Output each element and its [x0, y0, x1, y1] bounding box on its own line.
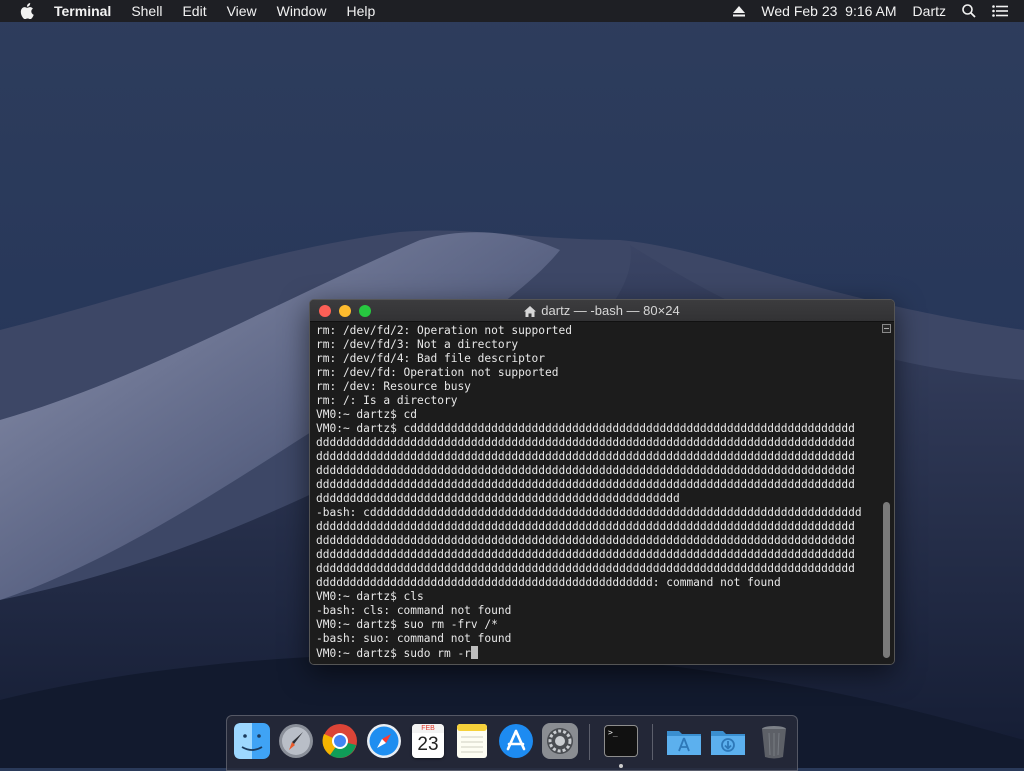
terminal-content[interactable]: rm: /dev/fd/2: Operation not supported rm… — [310, 322, 894, 664]
terminal-output[interactable]: rm: /dev/fd/2: Operation not supported rm… — [316, 324, 880, 660]
applications-folder-icon[interactable] — [665, 722, 703, 760]
terminal-line-text: -bash: cdddddddddddddddddddddddddddddddd… — [316, 506, 862, 519]
terminal-line: rm: /dev: Resource busy — [316, 380, 880, 394]
eject-icon[interactable] — [733, 5, 746, 17]
terminal-line-text: dddddddddddddddddddddddddddddddddddddddd… — [316, 534, 855, 547]
menu-help[interactable]: Help — [346, 0, 375, 22]
notes-icon[interactable] — [453, 722, 491, 760]
terminal-line-text: dddddddddddddddddddddddddddddddddddddddd… — [316, 492, 680, 505]
terminal-line: VM0:~ dartz$ cdddddddddddddddddddddddddd… — [316, 422, 880, 436]
terminal-line: VM0:~ dartz$ sudo rm -r — [316, 646, 880, 660]
terminal-line: rm: /dev/fd/4: Bad file descriptor — [316, 352, 880, 366]
terminal-line-text: rm: /: Is a directory — [316, 394, 458, 407]
menu-shell[interactable]: Shell — [131, 0, 162, 22]
terminal-line-text: rm: /dev/fd/4: Bad file descriptor — [316, 352, 546, 365]
terminal-line: dddddddddddddddddddddddddddddddddddddddd… — [316, 562, 880, 576]
home-icon — [524, 302, 537, 324]
terminal-line-text: dddddddddddddddddddddddddddddddddddddddd… — [316, 576, 781, 589]
menu-bar: Terminal Shell Edit View Window Help Wed… — [0, 0, 1024, 22]
terminal-line-text: VM0:~ dartz$ cd — [316, 408, 418, 421]
menu-edit[interactable]: Edit — [182, 0, 206, 22]
safari-icon[interactable] — [365, 722, 403, 760]
terminal-running-indicator — [619, 764, 623, 768]
notification-list-icon[interactable] — [992, 5, 1008, 17]
calendar-icon[interactable]: FEB 23 — [409, 722, 447, 760]
terminal-line-text: dddddddddddddddddddddddddddddddddddddddd… — [316, 562, 855, 575]
terminal-line: rm: /dev/fd/2: Operation not supported — [316, 324, 880, 338]
terminal-line-text: rm: /dev/fd/3: Not a directory — [316, 338, 519, 351]
chrome-icon[interactable] — [321, 722, 359, 760]
terminal-title-text: dartz — -bash — 80×24 — [541, 303, 680, 318]
terminal-line: VM0:~ dartz$ suo rm -frv /* — [316, 618, 880, 632]
dock: FEB 23 >_ — [226, 715, 798, 771]
terminal-line-text: dddddddddddddddddddddddddddddddddddddddd… — [316, 548, 855, 561]
terminal-window[interactable]: dartz — -bash — 80×24 rm: /dev/fd/2: Ope… — [309, 299, 895, 665]
terminal-line: dddddddddddddddddddddddddddddddddddddddd… — [316, 548, 880, 562]
terminal-line-text: dddddddddddddddddddddddddddddddddddddddd… — [316, 478, 855, 491]
menu-clock[interactable]: Wed Feb 23 9:16 AM — [761, 0, 896, 22]
terminal-line: VM0:~ dartz$ cls — [316, 590, 880, 604]
launchpad-icon[interactable] — [277, 722, 315, 760]
terminal-icon[interactable]: >_ — [602, 722, 640, 760]
downloads-folder-icon[interactable] — [709, 722, 747, 760]
terminal-line-text: VM0:~ dartz$ cls — [316, 590, 424, 603]
terminal-line: dddddddddddddddddddddddddddddddddddddddd… — [316, 492, 880, 506]
terminal-line-text: -bash: suo: command not found — [316, 632, 512, 645]
terminal-line: -bash: cdddddddddddddddddddddddddddddddd… — [316, 506, 880, 520]
terminal-line-text: VM0:~ dartz$ sudo rm -r — [316, 647, 471, 660]
terminal-titlebar[interactable]: dartz — -bash — 80×24 — [310, 300, 894, 322]
terminal-line-text: dddddddddddddddddddddddddddddddddddddddd… — [316, 464, 855, 477]
terminal-line: dddddddddddddddddddddddddddddddddddddddd… — [316, 464, 880, 478]
menu-bar-status-area: Wed Feb 23 9:16 AM Dartz — [733, 0, 1024, 22]
terminal-line: dddddddddddddddddddddddddddddddddddddddd… — [316, 450, 880, 464]
dock-separator — [589, 724, 590, 760]
terminal-line: rm: /dev/fd/3: Not a directory — [316, 338, 880, 352]
terminal-line-text: VM0:~ dartz$ suo rm -frv /* — [316, 618, 498, 631]
scroll-to-top-button[interactable] — [882, 324, 891, 333]
menu-app-terminal[interactable]: Terminal — [54, 0, 111, 22]
terminal-line-text: dddddddddddddddddddddddddddddddddddddddd… — [316, 436, 855, 449]
terminal-line: VM0:~ dartz$ cd — [316, 408, 880, 422]
apple-icon[interactable] — [20, 3, 36, 19]
terminal-line: -bash: cls: command not found — [316, 604, 880, 618]
search-icon[interactable] — [962, 4, 976, 18]
terminal-line-text: dddddddddddddddddddddddddddddddddddddddd… — [316, 520, 855, 533]
finder-icon[interactable] — [233, 722, 271, 760]
menu-window[interactable]: Window — [277, 0, 327, 22]
scrollbar-thumb[interactable] — [883, 502, 890, 658]
menu-user[interactable]: Dartz — [913, 0, 946, 22]
dock-separator — [652, 724, 653, 760]
terminal-line-text: VM0:~ dartz$ cdddddddddddddddddddddddddd… — [316, 422, 855, 435]
terminal-line: dddddddddddddddddddddddddddddddddddddddd… — [316, 520, 880, 534]
terminal-line: -bash: suo: command not found — [316, 632, 880, 646]
terminal-line-text: -bash: cls: command not found — [316, 604, 512, 617]
terminal-line: dddddddddddddddddddddddddddddddddddddddd… — [316, 478, 880, 492]
terminal-title: dartz — -bash — 80×24 — [310, 300, 894, 322]
terminal-line: dddddddddddddddddddddddddddddddddddddddd… — [316, 534, 880, 548]
terminal-line-text: dddddddddddddddddddddddddddddddddddddddd… — [316, 450, 855, 463]
terminal-line-text: rm: /dev: Resource busy — [316, 380, 471, 393]
system-preferences-icon[interactable] — [541, 722, 579, 760]
terminal-line-text: rm: /dev/fd: Operation not supported — [316, 366, 559, 379]
terminal-icon-prompt: >_ — [608, 728, 618, 737]
text-cursor — [470, 646, 478, 659]
terminal-line: rm: /dev/fd: Operation not supported — [316, 366, 880, 380]
trash-icon[interactable] — [755, 722, 793, 760]
calendar-day: 23 — [417, 734, 439, 755]
terminal-line-text: rm: /dev/fd/2: Operation not supported — [316, 324, 572, 337]
terminal-line: dddddddddddddddddddddddddddddddddddddddd… — [316, 576, 880, 590]
terminal-line: dddddddddddddddddddddddddddddddddddddddd… — [316, 436, 880, 450]
terminal-line: rm: /: Is a directory — [316, 394, 880, 408]
app-store-icon[interactable] — [497, 722, 535, 760]
calendar-month: FEB — [412, 724, 444, 733]
menu-view[interactable]: View — [227, 0, 257, 22]
